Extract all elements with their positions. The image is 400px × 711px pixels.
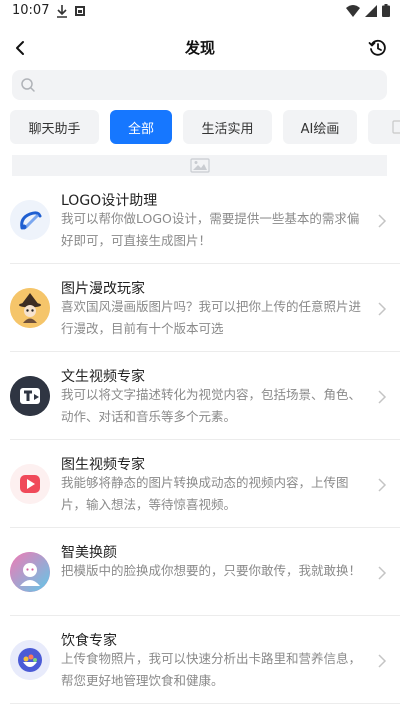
item-description: 把模版中的脸换成你想要的，只要你敢传，我就敢换！ xyxy=(61,563,362,578)
logo-design-icon xyxy=(10,200,50,240)
status-bar: 10:07 xyxy=(0,0,400,24)
tab-more-partial[interactable] xyxy=(368,110,400,144)
list-item-food-expert[interactable]: 饮食专家 上传食物照片，我可以快速分析出卡路里和营养信息，帮您更好地管理饮食和健… xyxy=(0,616,400,704)
category-tabs: 聊天助手 全部 生活实用 AI绘画 xyxy=(10,110,400,144)
list-item-logo-design[interactable]: LOGO设计助理 我可以帮你做LOGO设计，需要提供一些基本的需求偏好即可，可直… xyxy=(0,176,400,264)
notification-image-icon xyxy=(75,6,85,16)
page-title: 发现 xyxy=(184,39,215,57)
download-icon xyxy=(57,5,67,18)
image-placeholder-icon xyxy=(189,158,210,173)
comic-wizard-icon xyxy=(10,288,50,328)
text-to-video-icon xyxy=(10,376,50,416)
chevron-right-icon xyxy=(378,390,387,404)
chevron-right-icon xyxy=(378,654,387,668)
status-time: 10:07 xyxy=(12,3,50,18)
item-description: 喜欢国风漫画版图片吗？我可以把你上传的任意照片进行漫改，目前有十个版本可选 xyxy=(61,299,362,336)
partial-tab-icon xyxy=(392,120,400,134)
banner-placeholder[interactable] xyxy=(12,155,387,176)
item-title: LOGO设计助理 xyxy=(61,193,158,209)
item-title: 图生视频专家 xyxy=(61,457,145,473)
item-title: 饮食专家 xyxy=(61,633,117,649)
tab-chat-assistant[interactable]: 聊天助手 xyxy=(10,110,99,144)
wifi-icon xyxy=(346,4,360,17)
history-icon xyxy=(368,39,386,56)
battery-icon xyxy=(382,4,390,17)
tab-ai-painting[interactable]: AI绘画 xyxy=(283,110,357,144)
list-item-comic-player[interactable]: 图片漫改玩家 喜欢国风漫画版图片吗？我可以把你上传的任意照片进行漫改，目前有十个… xyxy=(0,264,400,352)
list-item-image-to-video[interactable]: 图生视频专家 我能够将静态的图片转换成动态的视频内容，上传图片，输入想法，等待惊… xyxy=(0,440,400,528)
search-box[interactable] xyxy=(12,70,387,100)
search-icon xyxy=(21,78,35,92)
list-item-text-to-video[interactable]: 文生视频专家 我可以将文字描述转化为视觉内容，包括场景、角色、动作、对话和音乐等… xyxy=(0,352,400,440)
chevron-right-icon xyxy=(378,566,387,580)
item-title: 图片漫改玩家 xyxy=(61,281,145,297)
item-title: 文生视频专家 xyxy=(61,369,145,385)
chevron-right-icon xyxy=(378,478,387,492)
chevron-right-icon xyxy=(378,214,387,228)
chevron-right-icon xyxy=(378,302,387,316)
item-description: 我能够将静态的图片转换成动态的视频内容，上传图片，输入想法，等待惊喜视频。 xyxy=(61,475,349,512)
tab-all[interactable]: 全部 xyxy=(110,110,172,144)
signal-icon xyxy=(365,4,377,17)
search-input[interactable] xyxy=(42,70,372,100)
item-description: 我可以帮你做LOGO设计，需要提供一些基本的需求偏好即可，可直接生成图片！ xyxy=(61,211,360,248)
history-button[interactable] xyxy=(364,34,392,62)
image-to-video-icon xyxy=(10,464,50,504)
item-title: 智美换颜 xyxy=(61,545,117,561)
food-expert-icon xyxy=(10,640,50,680)
tab-life-utility[interactable]: 生活实用 xyxy=(183,110,272,144)
item-description: 上传食物照片，我可以快速分析出卡路里和营养信息，帮您更好地管理饮食和健康。 xyxy=(61,651,362,688)
list-item-face-swap[interactable]: 智美换颜 把模版中的脸换成你想要的，只要你敢传，我就敢换！ xyxy=(0,528,400,616)
item-description: 我可以将文字描述转化为视觉内容，包括场景、角色、动作、对话和音乐等多个元素。 xyxy=(61,387,362,424)
header: 发现 xyxy=(0,28,400,68)
face-swap-icon xyxy=(10,552,50,592)
